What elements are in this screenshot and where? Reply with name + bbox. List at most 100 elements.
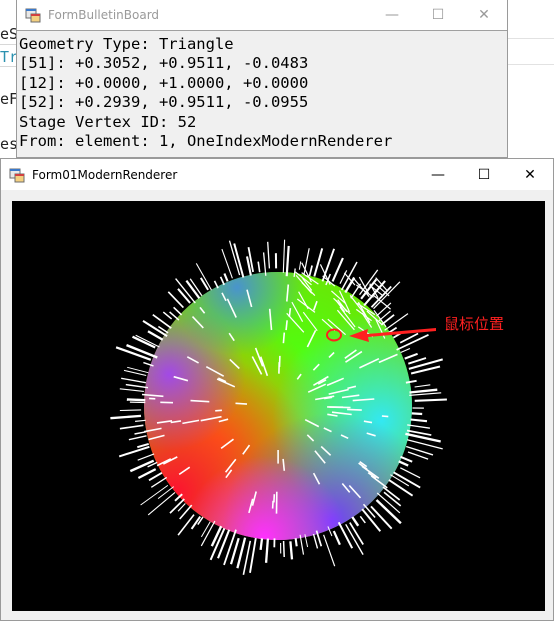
normal-line: [125, 383, 149, 389]
background-divider: [508, 38, 554, 39]
normal-line: [210, 525, 223, 547]
normal-line: [128, 435, 147, 441]
minimize-button[interactable]: —: [369, 0, 415, 30]
normal-line: [118, 445, 150, 458]
normal-line: [195, 263, 212, 291]
normal-line: [331, 257, 344, 282]
normal-line: [376, 302, 392, 317]
vertex-51-line: [51]: +0.3052, +0.9511, -0.0483: [19, 54, 309, 73]
maximize-button[interactable]: ☐: [415, 0, 461, 30]
bulletin-board-window: FormBulletinBoard — ☐ ✕ Geometry Type: T…: [16, 0, 508, 158]
normal-line: [213, 280, 219, 289]
normal-line: [223, 529, 237, 566]
normal-line: [137, 468, 157, 480]
normal-line: [414, 384, 431, 388]
from-element-line: From: element: 1, OneIndexModernRenderer: [19, 132, 393, 151]
normal-line: [167, 291, 185, 309]
close-button[interactable]: ✕: [507, 160, 553, 190]
normal-line: [313, 248, 324, 277]
renderer-caption-buttons: — ☐ ✕: [415, 160, 553, 190]
background-editor: eS Tr eF es: [0, 0, 18, 160]
close-button[interactable]: ✕: [461, 0, 507, 30]
normal-line: [381, 415, 389, 418]
background-divider: [508, 64, 554, 65]
normal-line: [362, 503, 376, 518]
normal-line: [199, 277, 209, 291]
bulletin-caption-buttons: — ☐ ✕: [369, 0, 507, 30]
minimize-button[interactable]: —: [415, 160, 461, 190]
normal-line: [411, 412, 423, 416]
normal-line: [332, 530, 341, 546]
normal-line: [262, 252, 267, 276]
normal-line: [404, 352, 418, 360]
normal-line: [235, 402, 248, 405]
normal-line: [414, 398, 447, 402]
normal-line: [398, 460, 409, 467]
normal-line: [257, 261, 261, 273]
normal-line: [264, 538, 270, 563]
normal-line: [289, 541, 294, 560]
color-sphere: [144, 272, 412, 540]
normal-line: [126, 398, 146, 402]
normal-line: [350, 283, 362, 299]
normal-line: [110, 414, 142, 420]
normal-line: [215, 409, 222, 412]
normal-line: [400, 455, 413, 463]
normal-line: [408, 357, 427, 365]
normal-line: [323, 534, 336, 567]
normal-line: [347, 408, 362, 411]
normal-line: [132, 335, 156, 349]
normal-line: [119, 409, 142, 412]
vertex-52-line: [52]: +0.2939, +0.9511, -0.0955: [19, 93, 309, 112]
normal-line: [321, 248, 335, 282]
normal-line: [405, 445, 434, 456]
normal-line: [137, 453, 155, 461]
normal-line: [298, 261, 302, 270]
normal-line: [407, 424, 430, 429]
render-canvas[interactable]: 鼠标位置: [12, 201, 545, 611]
normal-line: [282, 540, 285, 558]
normal-line: [282, 239, 286, 273]
normal-line: [119, 424, 144, 430]
normal-line: [119, 388, 144, 392]
normal-line: [359, 515, 366, 524]
normal-line: [271, 500, 274, 509]
normal-line: [249, 537, 257, 573]
renderer-title-bar[interactable]: Form01ModernRenderer — ☐ ✕: [1, 159, 553, 190]
background-editor-right: [508, 0, 554, 160]
normal-line: [329, 406, 351, 409]
normal-line: [294, 538, 298, 547]
normal-line: [285, 320, 288, 331]
normal-line: [375, 277, 388, 291]
normal-line: [400, 347, 411, 354]
mouse-position-label: 鼠标位置: [444, 315, 504, 333]
bulletin-title-bar[interactable]: FormBulletinBoard — ☐ ✕: [17, 0, 507, 30]
vertex-12-line: [12]: +0.0000, +1.0000, +0.0000: [19, 73, 309, 92]
renderer-window-title: Form01ModernRenderer: [32, 167, 178, 182]
normal-line: [409, 388, 438, 394]
normal-line: [200, 521, 211, 538]
bulletin-text-box[interactable]: Geometry Type: Triangle [51]: +0.3052, +…: [17, 30, 507, 157]
normal-line: [121, 377, 147, 384]
normal-line: [173, 306, 183, 316]
windows-form-icon: [9, 167, 25, 183]
normal-line: [190, 399, 210, 403]
normal-line: [312, 533, 319, 549]
normal-line: [135, 419, 146, 422]
normal-line: [282, 332, 286, 344]
normal-line: [150, 476, 168, 488]
windows-form-icon: [25, 7, 41, 23]
normal-line: [259, 538, 264, 551]
geometry-type-line: Geometry Type: Triangle: [19, 35, 234, 53]
sphere-render: 鼠标位置: [110, 239, 504, 575]
modern-renderer-window: Form01ModernRenderer — ☐ ✕ 鼠标位置: [0, 158, 554, 621]
bulletin-window-title: FormBulletinBoard: [48, 8, 160, 22]
background-divider: [0, 44, 16, 45]
normal-line: [177, 288, 191, 304]
normal-line: [410, 418, 428, 423]
background-divider: [0, 66, 16, 67]
maximize-button[interactable]: ☐: [461, 160, 507, 190]
normal-line: [267, 241, 271, 269]
normal-line: [351, 516, 360, 527]
normal-line: [308, 265, 313, 277]
